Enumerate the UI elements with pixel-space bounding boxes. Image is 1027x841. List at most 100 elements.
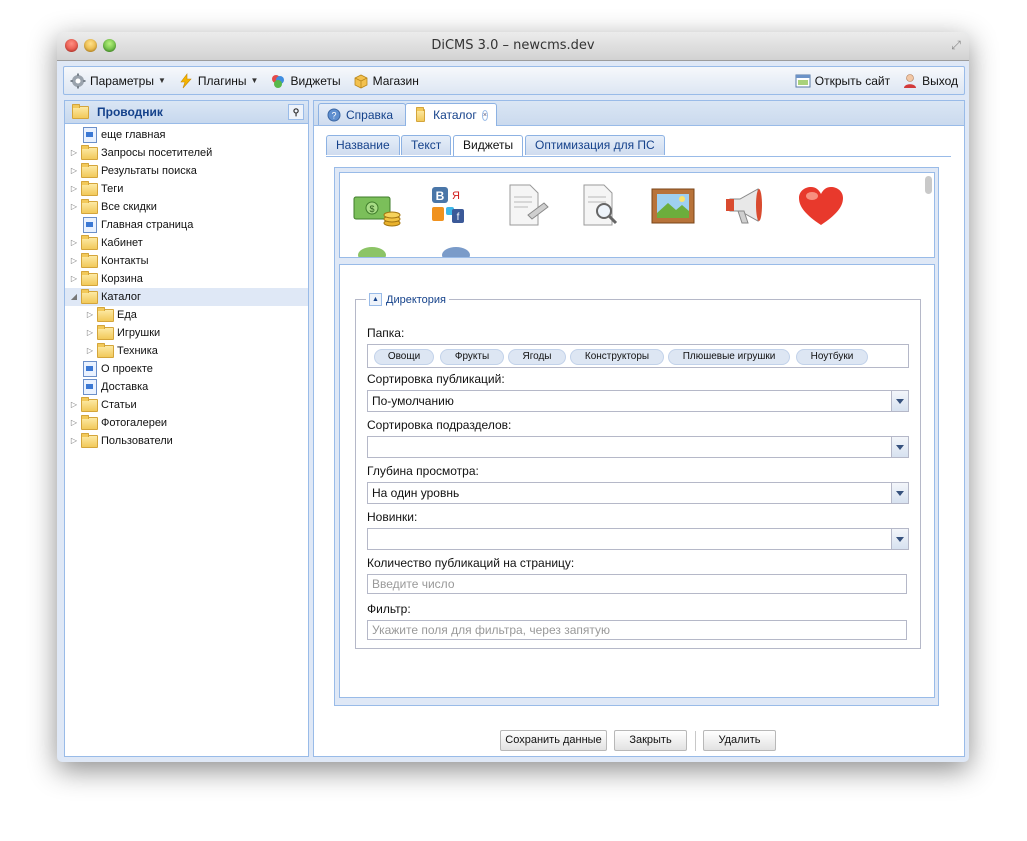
explorer-header: Проводник ⚲ — [65, 101, 308, 124]
tree-item[interactable]: ▷ Техника — [65, 342, 308, 360]
close-window-button[interactable] — [65, 39, 78, 52]
folder-icon — [81, 270, 98, 286]
app-window: DiCMS 3.0 – newcms.dev ⤢ Параметры ▼ Пла… — [57, 32, 969, 762]
tree-item[interactable]: Главная страница — [65, 216, 308, 234]
expand-arrow-icon[interactable]: ▷ — [85, 306, 95, 324]
plugins-menu-button[interactable]: Плагины ▼ — [172, 72, 265, 89]
new-items-label: Новинки: — [367, 510, 418, 524]
expand-arrow-icon[interactable]: ▷ — [69, 144, 79, 162]
close-button[interactable]: Закрыть — [614, 730, 687, 751]
page-icon — [83, 379, 97, 395]
widgets-icon — [272, 74, 285, 88]
expand-arrow-icon[interactable]: ▷ — [69, 162, 79, 180]
widgets-button[interactable]: Виджеты — [264, 73, 346, 89]
new-items-combo[interactable] — [367, 528, 909, 550]
per-page-label: Количество публикаций на страницу: — [367, 556, 575, 570]
subtab-text[interactable]: Текст — [401, 135, 452, 155]
expand-arrow-icon[interactable]: ▷ — [85, 342, 95, 360]
tree-item[interactable]: ▷ Фотогалереи — [65, 414, 308, 432]
sort-subsections-combo[interactable] — [367, 436, 909, 458]
expand-arrow-icon[interactable]: ▷ — [69, 432, 79, 450]
sort-publications-combo[interactable]: По-умолчанию — [367, 390, 909, 412]
tree-item[interactable]: ▷ Результаты поиска — [65, 162, 308, 180]
tag-item[interactable]: Овощи — [374, 349, 434, 365]
partial-widget-icon[interactable] — [352, 245, 402, 258]
tree-item[interactable]: Доставка — [65, 378, 308, 396]
expand-arrow-icon[interactable]: ▷ — [69, 414, 79, 432]
params-label: Параметры — [90, 73, 154, 88]
close-tab-icon[interactable]: × — [481, 109, 488, 121]
tree-item[interactable]: ▷ Еда — [65, 306, 308, 324]
tag-item[interactable]: Ягоды — [508, 349, 566, 365]
tree-item-selected[interactable]: ◢ Каталог — [65, 288, 308, 306]
fullscreen-icon[interactable]: ⤢ — [949, 38, 963, 52]
widgets-container: $ B Я f ▲ Директория Папка: Овощи Фрукты… — [334, 167, 939, 706]
folder-icon — [97, 342, 114, 358]
document-search-icon[interactable] — [574, 183, 624, 227]
heart-icon[interactable] — [796, 185, 846, 229]
expand-arrow-icon[interactable]: ▷ — [69, 234, 79, 252]
tab-catalog[interactable]: Каталог × — [405, 103, 497, 126]
tree-item[interactable]: ▷ Теги — [65, 180, 308, 198]
tag-item[interactable]: Конструкторы — [570, 349, 664, 365]
per-page-input[interactable] — [367, 574, 907, 594]
shop-button[interactable]: Магазин — [347, 73, 425, 89]
params-menu-button[interactable]: Параметры ▼ — [64, 73, 172, 89]
tree-item[interactable]: ▷ Игрушки — [65, 324, 308, 342]
partial-widget-icon[interactable] — [436, 245, 486, 258]
zoom-window-button[interactable] — [103, 39, 116, 52]
minimize-window-button[interactable] — [84, 39, 97, 52]
chevron-down-icon[interactable] — [891, 529, 908, 549]
social-networks-icon[interactable]: B Я f — [422, 183, 472, 227]
tag-item[interactable]: Фрукты — [440, 349, 504, 365]
expand-arrow-icon[interactable]: ▷ — [69, 180, 79, 198]
scrollbar-thumb[interactable] — [925, 176, 932, 194]
folder-icon — [81, 144, 98, 160]
tag-item[interactable]: Плюшевые игрушки — [668, 349, 790, 365]
logout-button[interactable]: Выход — [896, 73, 964, 89]
svg-text:?: ? — [331, 110, 336, 120]
expand-arrow-icon[interactable]: ▷ — [69, 270, 79, 288]
folder-tag-field[interactable]: Овощи Фрукты Ягоды Конструкторы Плюшевые… — [367, 344, 909, 368]
depth-combo[interactable]: На один уровнь — [367, 482, 909, 504]
tree-item[interactable]: О проекте — [65, 360, 308, 378]
expand-arrow-icon[interactable]: ▷ — [69, 252, 79, 270]
directory-legend[interactable]: ▲ Директория — [366, 293, 449, 306]
tab-help[interactable]: ? Справка — [318, 103, 406, 125]
tree-item[interactable]: ▷ Пользователи — [65, 432, 308, 450]
subtab-name[interactable]: Название — [326, 135, 400, 155]
collapse-icon[interactable]: ▲ — [369, 293, 382, 306]
subtab-seo[interactable]: Оптимизация для ПС — [525, 135, 665, 155]
svg-text:Я: Я — [452, 190, 460, 202]
chevron-down-icon[interactable] — [891, 437, 908, 457]
tree-item[interactable]: еще главная — [65, 126, 308, 144]
filter-input[interactable] — [367, 620, 907, 640]
megaphone-icon[interactable] — [722, 183, 772, 227]
subtab-widgets[interactable]: Виджеты — [453, 135, 524, 156]
folder-open-icon — [81, 288, 98, 304]
tree-item[interactable]: ▷ Запросы посетителей — [65, 144, 308, 162]
chevron-down-icon[interactable] — [891, 391, 908, 411]
tree-item[interactable]: ▷ Корзина — [65, 270, 308, 288]
tree-item[interactable]: ▷ Статьи — [65, 396, 308, 414]
tree-item[interactable]: ▷ Все скидки — [65, 198, 308, 216]
delete-button[interactable]: Удалить — [703, 730, 776, 751]
chevron-down-icon[interactable] — [891, 483, 908, 503]
money-icon[interactable]: $ — [352, 187, 402, 231]
chevron-down-icon: ▼ — [250, 76, 259, 85]
document-edit-icon[interactable] — [500, 183, 550, 227]
picture-frame-icon[interactable] — [648, 183, 698, 227]
page-icon — [83, 217, 97, 233]
open-site-button[interactable]: Открыть сайт — [789, 73, 896, 89]
binoculars-icon[interactable]: ⚲ — [288, 104, 304, 120]
tree-item[interactable]: ▷ Контакты — [65, 252, 308, 270]
collapse-arrow-icon[interactable]: ◢ — [69, 288, 79, 306]
save-button[interactable]: Сохранить данные — [500, 730, 607, 751]
folder-icon — [81, 396, 98, 412]
expand-arrow-icon[interactable]: ▷ — [85, 324, 95, 342]
expand-arrow-icon[interactable]: ▷ — [69, 198, 79, 216]
expand-arrow-icon[interactable]: ▷ — [69, 396, 79, 414]
tag-item[interactable]: Ноутбуки — [796, 349, 868, 365]
tree-item[interactable]: ▷ Кабинет — [65, 234, 308, 252]
plugins-label: Плагины — [197, 73, 247, 88]
